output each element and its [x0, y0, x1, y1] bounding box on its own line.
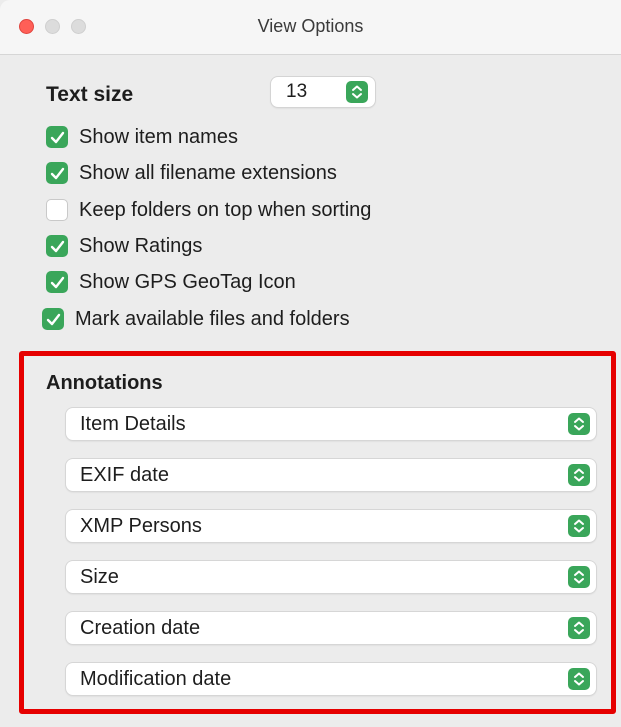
checkbox-label: Show GPS GeoTag Icon — [79, 270, 296, 293]
checkmark-icon — [46, 271, 68, 293]
select-value: Creation date — [80, 617, 201, 639]
updown-arrows-icon — [568, 566, 590, 588]
annotation-select-2[interactable]: EXIF date — [66, 459, 596, 491]
text-size-label: Text size — [46, 83, 134, 106]
view-options-window: View Options Text size 13 Show item name… — [0, 0, 621, 727]
select-value: Modification date — [80, 668, 232, 690]
updown-arrows-icon — [346, 81, 368, 103]
checkbox-label: Show Ratings — [79, 234, 203, 257]
checkbox-mark-available-files[interactable]: Mark available files and folders — [42, 305, 350, 333]
annotation-select-6[interactable]: Modification date — [66, 663, 596, 695]
text-size-select[interactable]: 13 — [271, 77, 375, 107]
annotation-select-3[interactable]: XMP Persons — [66, 510, 596, 542]
checkmark-icon — [46, 162, 68, 184]
updown-arrows-icon — [568, 515, 590, 537]
checkmark-icon — [46, 126, 68, 148]
checkbox-label: Keep folders on top when sorting — [79, 198, 372, 221]
updown-arrows-icon — [568, 668, 590, 690]
updown-arrows-icon — [568, 464, 590, 486]
empty-checkbox-icon — [46, 199, 68, 221]
checkbox-show-item-names[interactable]: Show item names — [46, 123, 238, 151]
select-value: Item Details — [80, 413, 186, 435]
checkbox-keep-folders-on-top[interactable]: Keep folders on top when sorting — [46, 196, 371, 224]
title-bar: View Options — [0, 0, 621, 55]
select-value: XMP Persons — [80, 515, 202, 537]
select-value: Size — [80, 566, 119, 588]
checkmark-icon — [42, 308, 64, 330]
checkbox-show-ratings[interactable]: Show Ratings — [46, 232, 202, 260]
select-value: EXIF date — [80, 464, 169, 486]
text-size-value: 13 — [286, 81, 308, 102]
annotation-select-1[interactable]: Item Details — [66, 408, 596, 440]
annotations-heading: Annotations — [46, 372, 163, 394]
annotation-select-4[interactable]: Size — [66, 561, 596, 593]
checkbox-show-filename-extensions[interactable]: Show all filename extensions — [46, 159, 337, 187]
annotation-select-5[interactable]: Creation date — [66, 612, 596, 644]
window-title: View Options — [257, 16, 364, 36]
checkbox-label: Show item names — [79, 125, 238, 148]
checkbox-label: Show all filename extensions — [79, 161, 337, 184]
updown-arrows-icon — [568, 617, 590, 639]
updown-arrows-icon — [568, 413, 590, 435]
checkbox-label: Mark available files and folders — [75, 307, 350, 330]
checkmark-icon — [46, 235, 68, 257]
checkbox-show-gps-geotag-icon[interactable]: Show GPS GeoTag Icon — [46, 268, 296, 296]
